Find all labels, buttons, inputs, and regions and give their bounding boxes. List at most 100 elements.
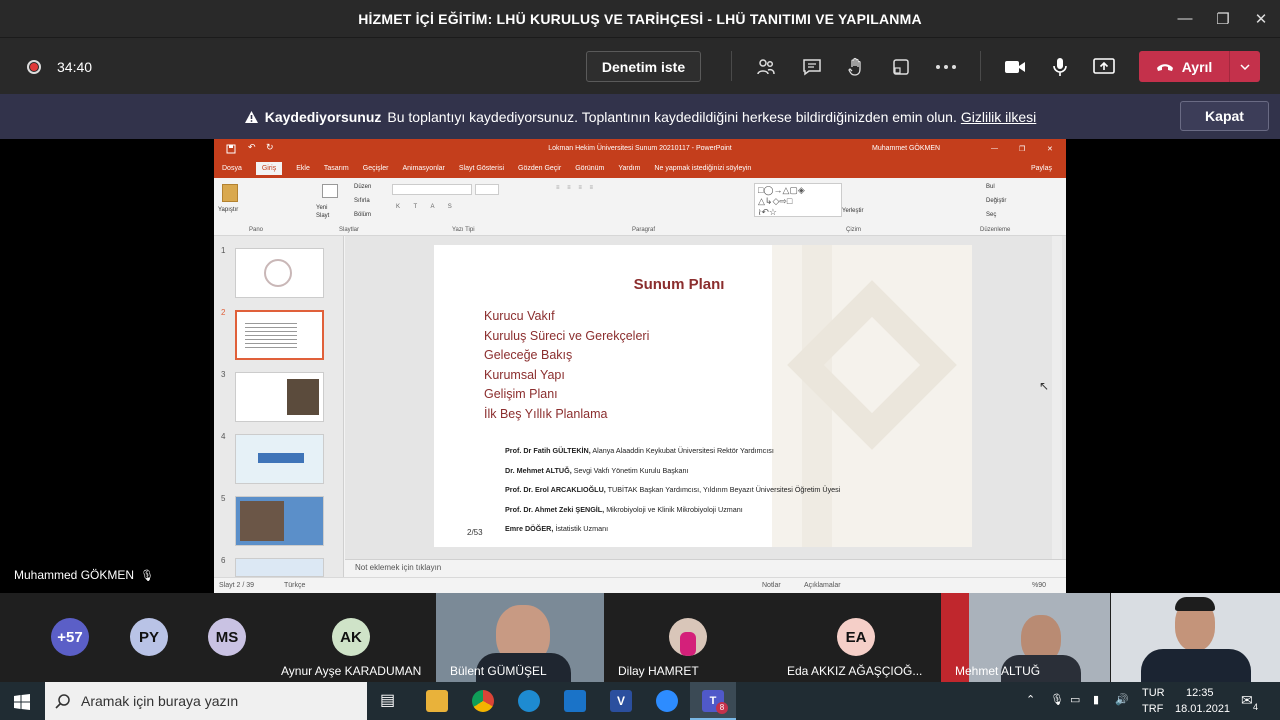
clock-date[interactable]: 18.01.2021 <box>1175 703 1230 715</box>
slide-editing-canvas[interactable]: Sunum Planı Kurucu Vakıf Kuruluş Süreci … <box>345 236 1066 577</box>
share-button[interactable]: Paylaş <box>1031 165 1052 172</box>
tab-gorunum[interactable]: Görünüm <box>575 165 604 172</box>
layout-button[interactable]: Düzen <box>354 184 371 190</box>
font-format-icons[interactable]: K T A S <box>396 204 458 210</box>
notes-pane[interactable]: Not eklemek için tıklayın <box>345 559 1066 577</box>
thumb-number: 6 <box>221 556 226 565</box>
tray-network-icon[interactable]: ▭ <box>1070 693 1080 706</box>
replace-button[interactable]: Değiştir <box>986 198 1006 204</box>
close-icon[interactable]: ✕ <box>1242 0 1280 37</box>
tab-yardim[interactable]: Yardım <box>618 165 640 172</box>
tray-volume-icon[interactable]: 🔊 <box>1115 693 1129 706</box>
chrome-icon[interactable] <box>472 690 494 712</box>
dismiss-banner-button[interactable]: Kapat <box>1180 101 1269 131</box>
maximize-icon[interactable]: ❐ <box>1204 0 1242 37</box>
slide-thumbnail[interactable] <box>235 248 324 298</box>
ppt-close-icon[interactable]: ✕ <box>1047 145 1053 153</box>
shapes-gallery[interactable]: □◯→△▢◈ △↳◇⇨□ ≀↶☆ <box>754 183 842 217</box>
tab-gecisler[interactable]: Geçişler <box>363 165 389 172</box>
paste-icon[interactable] <box>222 184 238 202</box>
notifications-icon[interactable]: ✉ <box>1241 692 1253 709</box>
request-control-button[interactable]: Denetim iste <box>586 51 701 82</box>
file-explorer-icon[interactable] <box>426 690 448 712</box>
find-button[interactable]: Bul <box>986 184 995 190</box>
language-status[interactable]: Türkçe <box>284 582 305 589</box>
notes-toggle[interactable]: Notlar <box>762 582 781 589</box>
camera-icon[interactable] <box>1002 54 1028 80</box>
participant-tile[interactable]: AK Aynur Ayşe KARADUMAN <box>268 593 435 682</box>
reset-button[interactable]: Sıfırla <box>354 198 370 204</box>
notification-count: 4 <box>1253 702 1259 712</box>
windows-start-icon[interactable] <box>14 694 30 710</box>
participant-avatar[interactable]: PY <box>130 618 168 656</box>
ppt-restore-icon[interactable]: ❐ <box>1019 145 1025 153</box>
share-screen-icon[interactable] <box>1091 54 1117 80</box>
keyboard-layout[interactable]: TRF <box>1142 703 1163 715</box>
select-button[interactable]: Seç <box>986 212 996 218</box>
tray-chevron-icon[interactable]: ⌃ <box>1026 693 1035 706</box>
mail-icon[interactable] <box>564 690 586 712</box>
microphone-icon[interactable] <box>1047 54 1073 80</box>
new-slide-button[interactable]: Yeni Slayt <box>316 204 340 220</box>
taskbar-search-box[interactable]: Aramak için buraya yazın <box>45 682 367 720</box>
minimize-icon[interactable]: — <box>1166 0 1204 37</box>
participant-tile[interactable]: EA Eda AKKIZ AĞAŞÇIOĞ... <box>773 593 940 682</box>
new-slide-icon[interactable] <box>322 184 338 198</box>
slide-thumbnail[interactable] <box>235 372 324 422</box>
edge-icon[interactable] <box>518 690 540 712</box>
participants-icon[interactable] <box>753 54 779 80</box>
presenter-name: Prof. Dr. Erol ARCAKLIOĞLU, <box>505 485 606 494</box>
task-view-icon[interactable]: ▤ <box>380 690 395 710</box>
ppt-status-bar: Slayt 2 / 39 Türkçe Notlar Açıklamalar %… <box>214 577 1066 593</box>
tab-tasarim[interactable]: Tasarım <box>324 165 349 172</box>
current-slide[interactable]: Sunum Planı Kurucu Vakıf Kuruluş Süreci … <box>434 245 972 547</box>
keyboard-language[interactable]: TUR <box>1142 687 1165 699</box>
rooms-icon[interactable] <box>888 54 914 80</box>
tell-me-box[interactable]: Ne yapmak istediğinizi söyleyin <box>654 165 751 172</box>
arrange-button[interactable]: Yerleştir <box>842 208 863 214</box>
tray-mic-icon[interactable]: 🎙 <box>1050 693 1064 706</box>
font-name-input[interactable] <box>392 184 472 195</box>
leave-button[interactable]: Ayrıl <box>1139 51 1260 82</box>
slide-thumbnail[interactable] <box>235 434 324 484</box>
participant-tile[interactable]: Dilay HAMRET <box>605 593 772 682</box>
slide-thumbnail[interactable] <box>235 558 324 577</box>
group-pano: Pano <box>249 227 264 233</box>
zoom-level[interactable]: %90 <box>1032 582 1046 589</box>
participant-video-tile[interactable]: Mehmet ALTUĞ <box>941 593 1110 682</box>
chat-icon[interactable] <box>799 54 825 80</box>
comments-toggle[interactable]: Açıklamalar <box>804 582 841 589</box>
privacy-policy-link[interactable]: Gizlilik ilkesi <box>961 109 1036 125</box>
hang-up-icon <box>1156 63 1173 71</box>
slide-thumbnail-selected[interactable] <box>235 310 324 360</box>
participant-video-tile[interactable]: Bülent GÜMÜŞEL <box>436 593 604 682</box>
overflow-participants[interactable]: +57 <box>51 618 89 656</box>
ppt-user: Muhammet GÖKMEN <box>872 145 941 152</box>
tab-giris[interactable]: Giriş <box>255 161 283 175</box>
chevron-down-icon[interactable] <box>1229 51 1260 82</box>
section-button[interactable]: Bölüm <box>354 212 371 218</box>
visio-icon[interactable]: V <box>610 690 632 712</box>
zoom-icon[interactable] <box>656 690 678 712</box>
font-size-input[interactable] <box>475 184 499 195</box>
slide-scrollbar[interactable] <box>1052 236 1062 559</box>
paragraph-icons[interactable]: ≡ ≡ ≡ ≡ <box>556 185 596 191</box>
tab-slayt-gosterisi[interactable]: Slayt Gösterisi <box>459 165 504 172</box>
raise-hand-icon[interactable] <box>843 54 869 80</box>
mouse-cursor-icon: ↖ <box>1039 379 1050 393</box>
participant-video-tile[interactable] <box>1111 593 1280 682</box>
tab-dosya[interactable]: Dosya <box>222 165 242 172</box>
presenter-role: TUBİTAK Başkan Yardımcısı, Yıldırım Beya… <box>607 485 841 494</box>
more-options-icon[interactable] <box>933 54 959 80</box>
teams-badge: 8 <box>716 702 728 714</box>
paste-button[interactable]: Yapıştır <box>218 207 238 213</box>
tray-battery-icon[interactable]: ▮ <box>1093 693 1099 706</box>
participant-avatar[interactable]: MS <box>208 618 246 656</box>
clock-time[interactable]: 12:35 <box>1186 687 1214 699</box>
thumb-number: 5 <box>221 494 226 503</box>
ppt-minimize-icon[interactable]: — <box>991 145 998 152</box>
tab-ekle[interactable]: Ekle <box>296 165 310 172</box>
tab-gozden-gecir[interactable]: Gözden Geçir <box>518 165 561 172</box>
slide-thumbnail[interactable] <box>235 496 324 546</box>
tab-animasyonlar[interactable]: Animasyonlar <box>402 165 444 172</box>
